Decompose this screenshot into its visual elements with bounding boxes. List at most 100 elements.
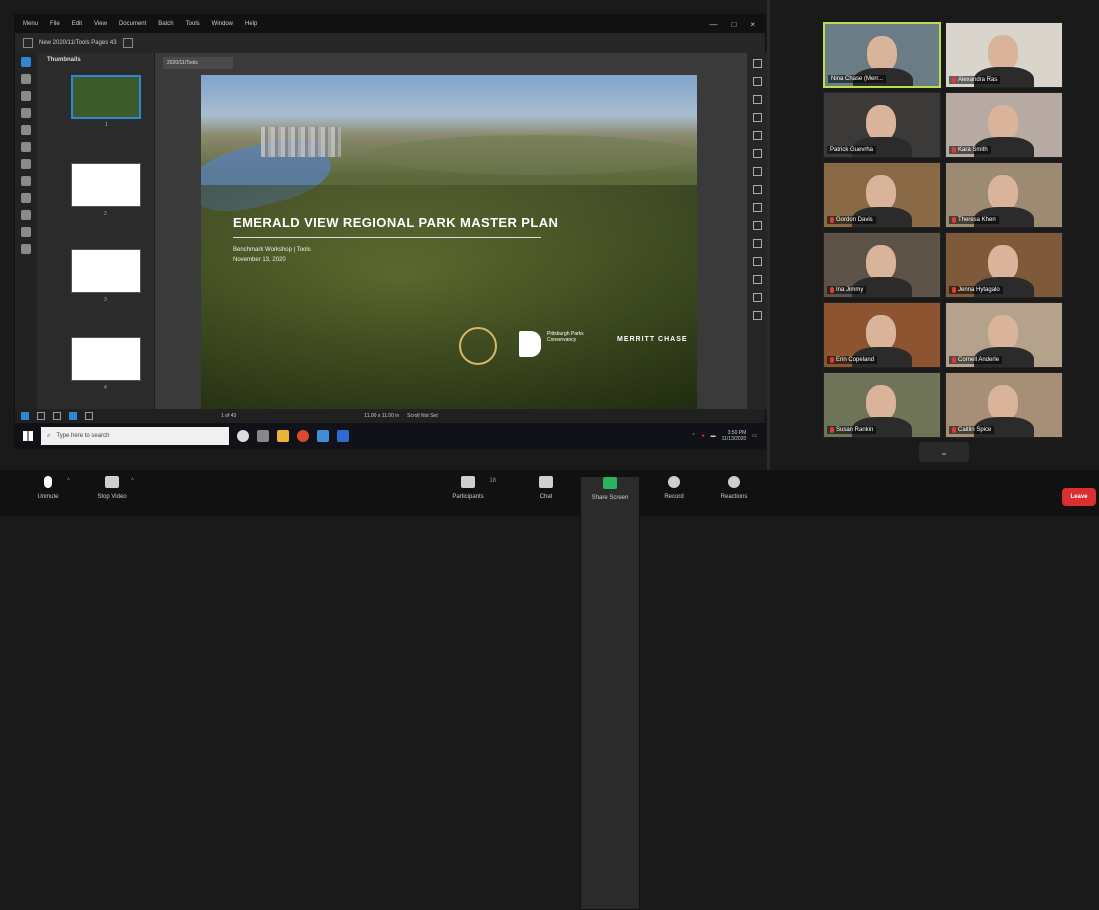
arrow-icon[interactable]	[752, 221, 762, 230]
highlight-icon[interactable]	[752, 113, 762, 122]
oval-icon[interactable]	[752, 311, 762, 320]
zoom-window: Menu File Edit View Document Batch Tools…	[0, 0, 1099, 910]
text-icon[interactable]	[752, 95, 762, 104]
participant-video	[988, 105, 1018, 141]
menu-item-document[interactable]: Document	[119, 21, 146, 27]
stamp-icon[interactable]	[21, 159, 31, 169]
unmute-button[interactable]: Unmute ^	[18, 476, 78, 500]
participant-tile[interactable]: Erin Copeland	[823, 302, 941, 368]
leave-button[interactable]: Leave	[1062, 488, 1096, 506]
menu-item-help[interactable]: Help	[245, 21, 257, 27]
participants-button[interactable]: Participants 18	[438, 476, 498, 500]
caret-icon[interactable]: ^	[67, 478, 70, 484]
edit-icon[interactable]	[21, 176, 31, 186]
signature-icon[interactable]	[21, 142, 31, 152]
zoom-app-icon[interactable]	[337, 430, 349, 442]
maximize-button[interactable]: □	[731, 20, 736, 29]
link-icon[interactable]	[21, 244, 31, 254]
continuous-icon[interactable]	[69, 412, 77, 420]
chrome-icon[interactable]	[297, 430, 309, 442]
tray-chevron-icon[interactable]: ⌃	[691, 433, 695, 439]
participant-name-tag: Ina Jimmy	[827, 286, 867, 294]
participant-tile[interactable]: Theresa Khen	[945, 162, 1063, 228]
fit-width-icon[interactable]	[37, 412, 45, 420]
thumbnail-page-1[interactable]: 1	[71, 75, 141, 128]
thumbnail-page-3[interactable]: 3	[71, 249, 141, 303]
windows-start-icon[interactable]	[23, 431, 33, 441]
minimize-button[interactable]: —	[709, 20, 717, 29]
tray-app-icon[interactable]: ●	[702, 433, 705, 439]
attachment-icon[interactable]	[21, 108, 31, 118]
shared-screen: Menu File Edit View Document Batch Tools…	[14, 14, 767, 449]
participant-name: Kara Smith	[958, 147, 988, 153]
thumbnail-page-4[interactable]: 4	[71, 337, 141, 391]
chat-button[interactable]: Chat	[516, 476, 576, 500]
gallery-divider[interactable]	[767, 0, 770, 470]
participant-tile[interactable]: Alexandra Ras	[945, 22, 1063, 88]
menu-item-menu[interactable]: Menu	[23, 21, 38, 27]
fit-page-icon[interactable]	[21, 412, 29, 420]
notifications-icon[interactable]: ▭	[752, 433, 757, 439]
stamp-tool-icon[interactable]	[752, 167, 762, 176]
rectangle-icon[interactable]	[752, 293, 762, 302]
measure-icon[interactable]	[752, 275, 762, 284]
menu-item-batch[interactable]: Batch	[158, 21, 173, 27]
save-icon[interactable]	[21, 210, 31, 220]
taskbar-search-input[interactable]: ⌕ Type here to search	[41, 427, 229, 445]
bookmark-icon[interactable]	[21, 74, 31, 84]
task-view-icon[interactable]	[257, 430, 269, 442]
pencil-icon[interactable]	[752, 257, 762, 266]
menu-item-tools[interactable]: Tools	[186, 21, 200, 27]
muted-mic-icon	[830, 287, 834, 293]
merritt-chase-logo: MERRITT CHASE	[617, 336, 688, 343]
clock[interactable]: 3:50 PM 11/13/2020	[722, 430, 747, 442]
muted-mic-icon	[952, 147, 956, 153]
participant-tile[interactable]: Ina Jimmy	[823, 232, 941, 298]
note-icon[interactable]	[752, 149, 762, 158]
chevron-down-icon[interactable]: ⌄	[919, 442, 969, 462]
rotate-icon[interactable]	[85, 412, 93, 420]
page-indicator[interactable]: 1 of 43	[221, 413, 236, 419]
cortana-icon[interactable]	[237, 430, 249, 442]
document-tab[interactable]: 2020/11/Tools	[163, 57, 233, 69]
document-viewer[interactable]: 2020/11/Tools EMERALD VIEW REGIONAL PARK…	[155, 53, 747, 411]
participant-tile[interactable]: Cornell Anderle	[945, 302, 1063, 368]
participant-tile[interactable]: Gordon Davis	[823, 162, 941, 228]
participant-name: Jenna Hytagalo	[958, 287, 1000, 293]
comment-icon[interactable]	[21, 125, 31, 135]
participant-tile[interactable]: Susan Rankin	[823, 372, 941, 438]
menu-item-edit[interactable]: Edit	[72, 21, 82, 27]
close-button[interactable]: ×	[750, 20, 755, 29]
layers-icon[interactable]	[21, 91, 31, 101]
participant-video	[866, 245, 896, 281]
participant-tile[interactable]: Kara Smith	[945, 92, 1063, 158]
crop-icon[interactable]	[752, 185, 762, 194]
file-explorer-icon[interactable]	[277, 430, 289, 442]
hand-icon[interactable]	[752, 77, 762, 86]
search-icon[interactable]	[21, 227, 31, 237]
participant-tile[interactable]: Patrick Guevrha	[823, 92, 941, 158]
caret-icon[interactable]: ^	[131, 478, 134, 484]
pen-icon[interactable]	[752, 203, 762, 212]
thumbnails-icon[interactable]	[21, 57, 31, 67]
form-icon[interactable]	[21, 193, 31, 203]
reactions-button[interactable]: Reactions	[704, 476, 764, 500]
menu-item-window[interactable]: Window	[212, 21, 233, 27]
participant-tile[interactable]: Jenna Hytagalo	[945, 232, 1063, 298]
thumbnail-page-2[interactable]: 2	[71, 163, 141, 217]
participant-tile[interactable]: Caitlin Spice	[945, 372, 1063, 438]
menu-item-view[interactable]: View	[94, 21, 107, 27]
pdf-app-icon[interactable]	[317, 430, 329, 442]
line-icon[interactable]	[752, 239, 762, 248]
stop-video-button[interactable]: Stop Video ^	[82, 476, 142, 500]
share-screen-button[interactable]: Share Screen	[580, 476, 640, 910]
single-page-icon[interactable]	[53, 412, 61, 420]
network-icon[interactable]: ▬	[711, 433, 716, 439]
page-icon[interactable]	[122, 38, 133, 48]
select-icon[interactable]	[752, 59, 762, 68]
participant-tile[interactable]: Nina Chase (Merr...	[823, 22, 941, 88]
file-icon[interactable]	[23, 38, 33, 48]
record-button[interactable]: Record	[644, 476, 704, 500]
shape-icon[interactable]	[752, 131, 762, 140]
menu-item-file[interactable]: File	[50, 21, 60, 27]
